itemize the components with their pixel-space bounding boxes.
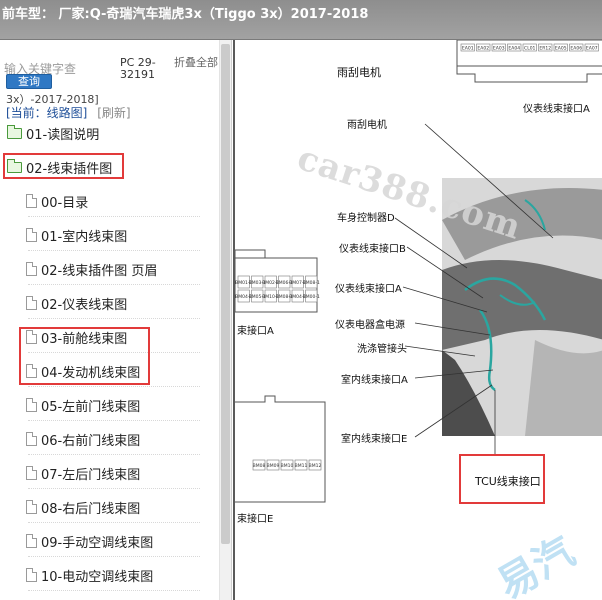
- connector-pin-code: EA04: [508, 46, 520, 52]
- document-icon: [26, 296, 37, 310]
- connector-pin-code: EA05: [555, 46, 567, 52]
- document-icon: [26, 262, 37, 276]
- window-title: 前车型： 厂家:Q-奇瑞汽车瑞虎3x（Tiggo 3x）2017-2018: [2, 7, 369, 22]
- document-icon: [26, 534, 37, 548]
- window-title-bar: 前车型： 厂家:Q-奇瑞汽车瑞虎3x（Tiggo 3x）2017-2018: [0, 0, 602, 40]
- highlight-box-harness-connector: [3, 153, 124, 179]
- connector-pin-code: EA01: [462, 46, 474, 52]
- diagram-viewer: EA01 EA02 EA03 EA04 CL01 ER12 EA05 EA06 EA07 BM0…: [233, 40, 602, 600]
- top-connector-block: EA01 EA02 EA03 EA04 CL01 ER12 EA05 EA06 EA07: [456, 40, 602, 83]
- label-left-connector-a: 束接口A: [237, 326, 274, 337]
- tree-row-divider: [28, 318, 200, 319]
- label-wiper-motor-top: 雨刮电机: [337, 66, 381, 79]
- label-left-connector-e: 束接口E: [237, 514, 274, 525]
- label-instrument-connector-b: 仪表线束接口B: [339, 244, 406, 255]
- tree-item-label: 02-线束插件图 页眉: [41, 263, 158, 279]
- tree-row-divider: [28, 216, 200, 217]
- connector-pin-code: BM08-1: [303, 280, 320, 286]
- tree-row-divider: [28, 420, 200, 421]
- label-body-controller-d: 车身控制器D: [337, 213, 395, 224]
- folder-icon: [7, 124, 22, 139]
- tree-row-divider: [28, 454, 200, 455]
- left-connector-e: BM08 BM09 BM10 BM11 BM12: [235, 395, 326, 503]
- connector-pin-code: CL01: [524, 46, 536, 52]
- tree-item-label: 07-左后门线束图: [41, 467, 141, 483]
- tree-item[interactable]: 05-左前门线束图: [26, 394, 140, 416]
- tree-item-label: 06-右前门线束图: [41, 433, 141, 449]
- breadcrumb: [当前：线路图] [刷新]: [6, 104, 131, 121]
- tree-item[interactable]: 10-电动空调线束图: [26, 564, 153, 586]
- tree-row-divider: [28, 556, 200, 557]
- document-icon: [26, 398, 37, 412]
- sidebar: 查询 PC 29-32191 折叠全部 3x）-2017-2018] [当前：线…: [0, 40, 232, 600]
- tree-item-label: 05-左前门线束图: [41, 399, 141, 415]
- connector-pin-code: BM10: [281, 463, 294, 469]
- tree-item[interactable]: 08-右后门线束图: [26, 496, 140, 518]
- connector-pin-code: ER12: [539, 46, 551, 52]
- document-icon: [26, 228, 37, 242]
- connector-pin-code: BM00-1: [303, 294, 320, 300]
- wiring-diagram: EA01 EA02 EA03 EA04 CL01 ER12 EA05 EA06 EA07 BM0…: [235, 40, 602, 503]
- tree-item[interactable]: 02-仪表线束图: [26, 292, 127, 314]
- refresh-link[interactable]: [刷新]: [97, 106, 130, 120]
- tree-item-label: 08-右后门线束图: [41, 501, 141, 517]
- collapse-all-link[interactable]: 折叠全部: [174, 57, 218, 69]
- document-icon: [26, 466, 37, 480]
- connector-pin-code: EA07: [586, 46, 598, 52]
- document-icon: [26, 568, 37, 582]
- highlight-box-engine-bay: [19, 327, 150, 385]
- document-icon: [26, 500, 37, 514]
- connector-pin-code: BM08: [253, 463, 266, 469]
- sidebar-scrollbar-thumb[interactable]: [221, 44, 230, 544]
- tree-item-label: 00-目录: [41, 195, 89, 211]
- connector-pin-code: EA02: [477, 46, 489, 52]
- label-interior-connector-a: 室内线束接口A: [341, 375, 408, 386]
- tree-row-divider: [28, 522, 200, 523]
- connector-pin-code: BM12: [309, 463, 322, 469]
- document-icon: [26, 194, 37, 208]
- tree-item-label: 01-室内线束图: [41, 229, 128, 245]
- tree-item[interactable]: 09-手动空调线束图: [26, 530, 153, 552]
- left-connector-a: BM01-1BM03-1BM02-1BM06-1BM07-1BM08-1BM04…: [235, 249, 320, 313]
- tree-row-divider: [28, 386, 200, 387]
- pc-code-text: PC 29-32191: [120, 56, 156, 81]
- connector-pin-code: BM11: [295, 463, 308, 469]
- tree-item[interactable]: 01-室内线束图: [26, 224, 127, 246]
- tree-row-divider: [28, 590, 200, 591]
- tree-item[interactable]: 02-线束插件图 页眉: [26, 258, 157, 280]
- label-instrument-fusebox-power: 仪表电器盒电源: [335, 320, 405, 331]
- tree-item-label: 01-读图说明: [26, 127, 100, 143]
- tree-row-divider: [28, 488, 200, 489]
- tree-item[interactable]: 06-右前门线束图: [26, 428, 140, 450]
- tree-item[interactable]: 00-目录: [26, 190, 88, 212]
- tree-item-label: 10-电动空调线束图: [41, 569, 154, 585]
- label-tcu-connector: TCU线束接口: [475, 475, 541, 488]
- search-row: 查询 PC 29-32191 折叠全部: [0, 48, 231, 94]
- connector-pin-code: EA03: [493, 46, 505, 52]
- tree-item[interactable]: 01-读图说明: [7, 122, 99, 144]
- current-location-label: [当前：线路图]: [6, 106, 88, 120]
- label-wiper-motor: 雨刮电机: [347, 120, 387, 131]
- tree-row-divider: [28, 250, 200, 251]
- tree-row-divider: [28, 284, 200, 285]
- tree-item-label: 09-手动空调线束图: [41, 535, 154, 551]
- label-instrument-connector-a: 仪表线束接口A: [335, 284, 402, 295]
- connector-pin-code: BM09: [267, 463, 280, 469]
- label-instrument-connector-a-top: 仪表线束接口A: [523, 104, 590, 115]
- document-icon: [26, 432, 37, 446]
- label-washer-hose: 洗涤管接头: [357, 344, 407, 355]
- tree-item[interactable]: 07-左后门线束图: [26, 462, 140, 484]
- label-interior-connector-e: 室内线束接口E: [341, 434, 408, 445]
- connector-pin-code: EA06: [570, 46, 582, 52]
- search-button[interactable]: 查询: [6, 74, 52, 89]
- tree-item-label: 02-仪表线束图: [41, 297, 128, 313]
